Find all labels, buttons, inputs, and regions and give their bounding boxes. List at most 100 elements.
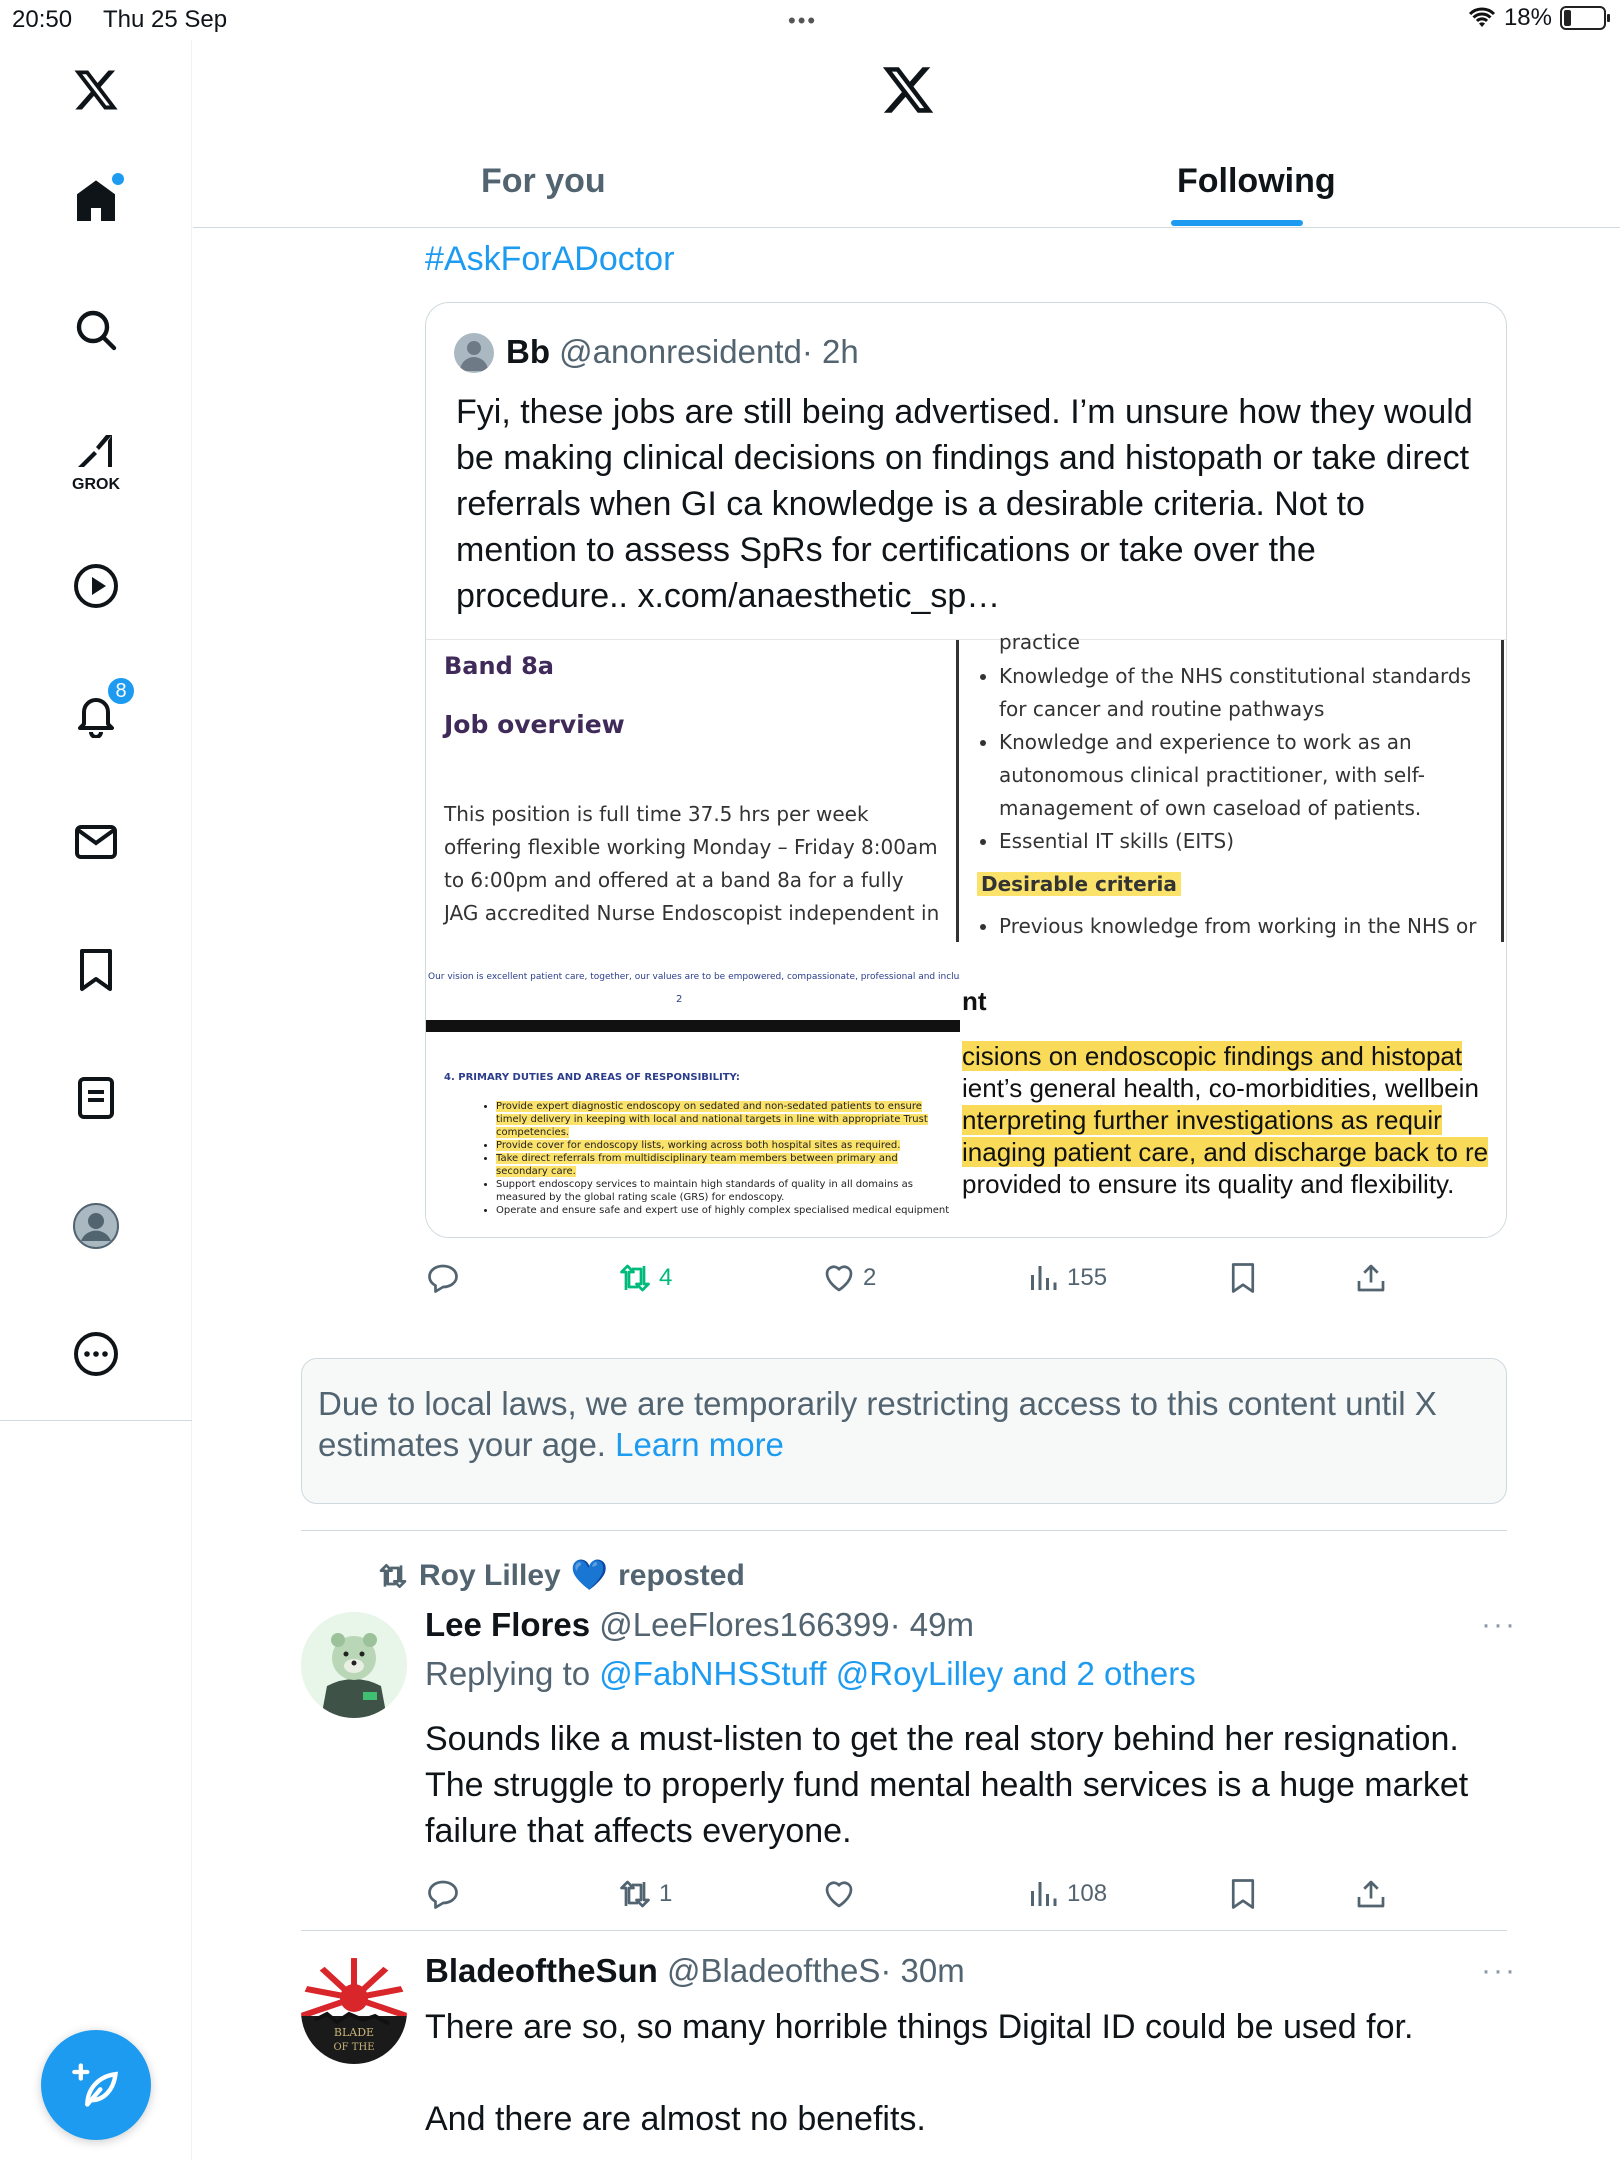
- learn-more-link[interactable]: Learn more: [615, 1426, 784, 1463]
- doc-list-item: Knowledge of the NHS constitutional stan…: [999, 660, 1497, 726]
- author-handle[interactable]: @BladeoftheS: [667, 1952, 880, 1989]
- repost-button[interactable]: 1: [617, 1876, 672, 1912]
- share-button[interactable]: [1353, 1876, 1389, 1912]
- replying-label: Replying to: [425, 1655, 591, 1692]
- sidebar-item-messages[interactable]: [48, 794, 144, 890]
- repost-icon: [620, 1264, 650, 1292]
- heart-icon: [825, 1265, 853, 1292]
- doc-list-item: Take direct referrals from multidiscipli…: [496, 1152, 952, 1178]
- bear-avatar-icon: [301, 1612, 407, 1718]
- repost-count: 4: [659, 1264, 673, 1291]
- avatar[interactable]: BLADE OF THE: [301, 1958, 407, 2064]
- reposter-name[interactable]: Roy Lilley: [419, 1559, 561, 1593]
- wifi-icon: [1468, 7, 1496, 27]
- status-time: 20:50: [12, 6, 73, 33]
- share-button[interactable]: [1353, 1260, 1389, 1296]
- bookmark-button[interactable]: [1225, 1876, 1261, 1912]
- doc-list-item: Operate and ensure safe and expert use o…: [496, 1204, 952, 1217]
- sidebar-item-lists[interactable]: [48, 1050, 144, 1146]
- x-logo-icon: [74, 70, 118, 110]
- hashtag-link[interactable]: #AskForADoctor: [425, 240, 674, 279]
- post-more-button[interactable]: ···: [1481, 1954, 1517, 1988]
- doc-list-item: Support endoscopy services to maintain h…: [496, 1178, 952, 1204]
- post-more-button[interactable]: ···: [1481, 1608, 1517, 1642]
- avatar-text: OF THE: [333, 2042, 374, 2053]
- like-count: 2: [863, 1264, 877, 1291]
- job-doc-image-4[interactable]: nt cisions on endoscopic findings and hi…: [960, 942, 1506, 1237]
- quoted-post-header: Bb @anonresidentd· 2h: [506, 333, 859, 371]
- reply-button[interactable]: [425, 1260, 467, 1296]
- like-button[interactable]: 2: [821, 1260, 876, 1296]
- reply-icon: [428, 1264, 458, 1293]
- play-icon: [74, 564, 118, 608]
- age-restriction-notice: Due to local laws, we are temporarily re…: [301, 1358, 1507, 1504]
- sidebar-item-more[interactable]: [48, 1306, 144, 1402]
- reply-mentions-link[interactable]: @FabNHSStuff @RoyLilley and 2 others: [599, 1655, 1196, 1692]
- post-divider: [301, 1530, 1507, 1531]
- image-border: [1501, 640, 1504, 942]
- x-logo-icon[interactable]: [880, 62, 936, 118]
- doc-line: cisions on endoscopic findings and histo…: [962, 1041, 1463, 1071]
- avatar[interactable]: [454, 333, 494, 373]
- active-tab-indicator: [1171, 220, 1303, 226]
- doc-list: Knowledge of the NHS constitutional stan…: [977, 660, 1497, 858]
- notifications-badge: 8: [106, 676, 136, 706]
- view-count: 155: [1067, 1264, 1108, 1291]
- reposted-label: reposted: [618, 1558, 745, 1592]
- sidebar-divider: [0, 1420, 192, 1421]
- sidebar-item-search[interactable]: [48, 282, 144, 378]
- like-button[interactable]: [821, 1876, 863, 1912]
- avatar[interactable]: [301, 1612, 407, 1718]
- job-doc-image-3[interactable]: Our vision is excellent patient care, to…: [426, 942, 960, 1237]
- profile-avatar-icon: [73, 1203, 119, 1249]
- timeline-header: For you Following: [193, 40, 1620, 228]
- author-name[interactable]: Bb: [506, 333, 550, 370]
- status-date: Thu 25 Sep: [103, 6, 228, 33]
- repost-icon: [620, 1880, 650, 1908]
- status-bar: 20:50 Thu 25 Sep ••• 18%: [0, 0, 1620, 40]
- post-time: · 49m: [889, 1606, 974, 1643]
- doc-heading: Job overview: [444, 710, 625, 739]
- author-handle[interactable]: @anonresidentd: [559, 333, 802, 370]
- post-text-line: There are so, so many horrible things Di…: [425, 2008, 1414, 2046]
- grok-label: GROK: [72, 476, 120, 493]
- sidebar-item-bookmarks[interactable]: [48, 922, 144, 1018]
- author-name[interactable]: Lee Flores: [425, 1606, 590, 1643]
- reply-button[interactable]: [425, 1876, 467, 1912]
- compose-post-button[interactable]: [41, 2030, 151, 2140]
- author-handle[interactable]: @LeeFlores166399: [599, 1606, 889, 1643]
- job-doc-image-2[interactable]: practice Knowledge of the NHS constituti…: [959, 630, 1506, 942]
- doc-list: Provide expert diagnostic endoscopy on s…: [482, 1100, 952, 1217]
- tab-following[interactable]: Following: [1177, 162, 1336, 201]
- repost-button[interactable]: 4: [617, 1260, 672, 1296]
- rising-sun-avatar-icon: BLADE OF THE: [301, 1958, 407, 2064]
- doc-line: inaging patient care, and discharge back…: [962, 1137, 1489, 1167]
- sidebar-x-logo[interactable]: [48, 42, 144, 138]
- mail-icon: [75, 825, 117, 859]
- tab-for-you[interactable]: For you: [481, 162, 606, 201]
- quoted-post[interactable]: Bb @anonresidentd· 2h Fyi, these jobs ar…: [425, 302, 1507, 1238]
- quoted-post-images[interactable]: Band 8a Job overview This position is fu…: [426, 630, 1506, 1237]
- blue-heart-emoji: 💙: [570, 1559, 609, 1592]
- job-doc-image-1[interactable]: Band 8a Job overview This position is fu…: [426, 640, 956, 942]
- views-button[interactable]: 155: [1025, 1260, 1107, 1296]
- bookmark-button[interactable]: [1225, 1260, 1261, 1296]
- post-header: BladeoftheSun @BladeoftheS· 30m: [425, 1952, 965, 1990]
- doc-page-number: 2: [676, 994, 683, 1005]
- sidebar-item-home[interactable]: [48, 153, 144, 249]
- views-button[interactable]: 108: [1025, 1876, 1107, 1912]
- sidebar-item-video[interactable]: [48, 538, 144, 634]
- repost-icon: [379, 1563, 407, 1588]
- post-actions: 1 108: [425, 1876, 1425, 1916]
- sidebar-item-grok[interactable]: GROK: [48, 410, 144, 506]
- views-icon: [1031, 1266, 1057, 1290]
- bookmark-icon: [80, 949, 112, 991]
- bookmark-icon: [1231, 1263, 1255, 1293]
- doc-list-item: Provide expert diagnostic endoscopy on s…: [496, 1100, 952, 1139]
- author-name[interactable]: BladeoftheSun: [425, 1952, 658, 1989]
- doc-line: nterpreting further investigations as re…: [962, 1105, 1442, 1135]
- sidebar-item-profile[interactable]: [48, 1178, 144, 1274]
- avatar-text: BLADE: [334, 2026, 374, 2039]
- sidebar-item-notifications[interactable]: 8: [48, 666, 144, 762]
- multitasking-dots-icon[interactable]: •••: [788, 8, 817, 34]
